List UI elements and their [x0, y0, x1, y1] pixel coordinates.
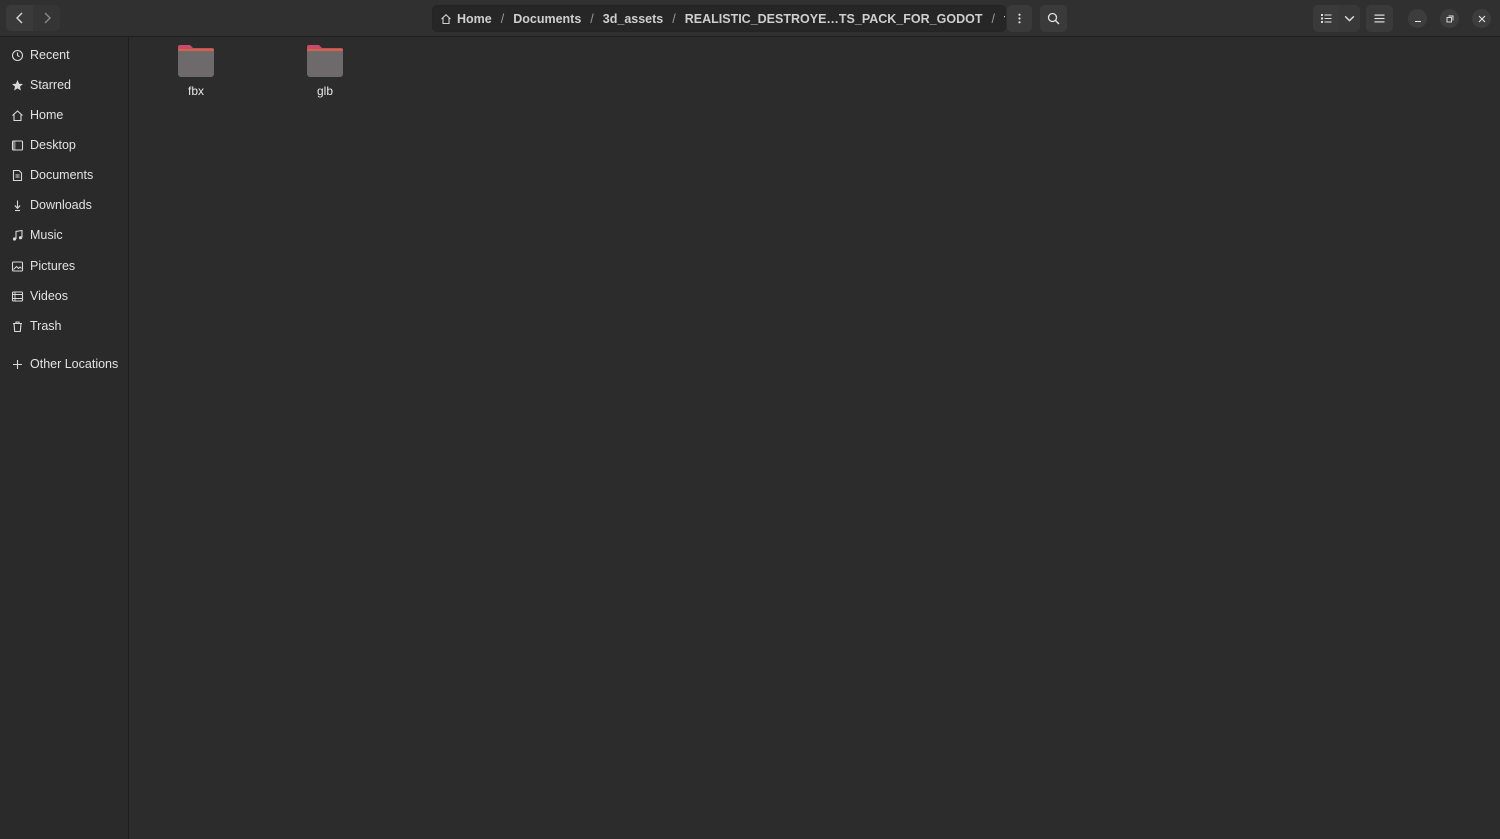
search-button[interactable] [1040, 5, 1067, 32]
restore-icon [1446, 15, 1453, 22]
breadcrumb-label: Home [457, 11, 492, 26]
desktop-icon [11, 139, 24, 151]
breadcrumb: Home / Documents / 3d_assets / REALISTIC… [432, 5, 1006, 32]
breadcrumb-separator: / [500, 11, 505, 26]
breadcrumb-formats[interactable]: formats [1004, 12, 1005, 26]
breadcrumb-separator: / [991, 11, 995, 26]
plus-icon [13, 359, 22, 369]
star-icon [12, 79, 23, 90]
sidebar-item-trash[interactable]: Trash [0, 311, 128, 341]
sidebar-item-label: Other Locations [30, 357, 119, 371]
search-icon [1047, 12, 1060, 25]
sidebar-item-videos[interactable]: Videos [0, 281, 128, 311]
file-view[interactable]: fbx glb [129, 37, 1500, 839]
chevron-left-icon [15, 12, 22, 24]
music-icon [12, 229, 23, 241]
picture-icon [11, 260, 24, 272]
breadcrumb-home[interactable]: Home [440, 12, 492, 26]
folder-icon [178, 45, 214, 77]
clock-icon [11, 49, 24, 61]
folder-name: glb [316, 84, 333, 98]
view-list-button[interactable] [1313, 5, 1339, 32]
file-manager-window: Home / Documents / 3d_assets / REALISTIC… [0, 0, 1500, 839]
back-button[interactable] [6, 5, 33, 31]
sidebar-item-label: Trash [30, 319, 62, 333]
breadcrumb-label: REALISTIC_DESTROYE…TS_PACK_FOR_GODOT [684, 11, 983, 26]
main-menu-button[interactable] [1366, 5, 1393, 32]
breadcrumb-label: Documents [513, 11, 582, 26]
breadcrumb-label: 3d_assets [602, 11, 664, 26]
video-icon [11, 290, 24, 302]
breadcrumb-separator: / [672, 11, 676, 26]
close-icon [1478, 15, 1485, 22]
chevron-right-icon [44, 12, 51, 24]
breadcrumb-label: formats [1004, 12, 1005, 26]
forward-button[interactable] [33, 5, 60, 31]
chevron-down-icon [1344, 15, 1355, 22]
vertical-dots-icon [1018, 13, 1021, 24]
folder-item[interactable]: glb [285, 43, 365, 103]
breadcrumb-3d-assets[interactable]: 3d_assets [603, 12, 663, 26]
sidebar: Recent Starred Home Desktop Documents Do… [0, 37, 129, 839]
home-icon [441, 13, 451, 24]
sidebar-item-other-locations[interactable]: Other Locations [0, 349, 128, 379]
sidebar-item-desktop[interactable]: Desktop [0, 130, 128, 160]
sidebar-item-documents[interactable]: Documents [0, 160, 128, 190]
folder-item[interactable]: fbx [156, 43, 236, 103]
minimize-icon [1414, 20, 1421, 22]
close-button[interactable] [1472, 9, 1491, 28]
sidebar-item-starred[interactable]: Starred [0, 70, 128, 100]
trash-icon [13, 320, 22, 332]
sidebar-item-label: Recent [30, 48, 70, 62]
document-icon [12, 169, 23, 181]
list-view-icon [1320, 14, 1331, 23]
restore-button[interactable] [1440, 9, 1459, 28]
sidebar-item-pictures[interactable]: Pictures [0, 251, 128, 281]
download-icon [14, 200, 21, 211]
view-options-dropdown[interactable] [1339, 5, 1360, 32]
sidebar-item-label: Music [30, 228, 63, 242]
sidebar-item-label: Downloads [30, 198, 92, 212]
sidebar-item-label: Starred [30, 78, 71, 92]
minimize-button[interactable] [1408, 9, 1427, 28]
sidebar-item-home[interactable]: Home [0, 100, 128, 130]
folder-name: fbx [187, 84, 204, 98]
sidebar-item-music[interactable]: Music [0, 220, 128, 250]
sidebar-item-label: Desktop [30, 138, 76, 152]
sidebar-item-label: Home [30, 108, 64, 122]
breadcrumb-asset-pack[interactable]: REALISTIC_DESTROYE…TS_PACK_FOR_GODOT [685, 12, 983, 26]
sidebar-item-label: Documents [30, 168, 94, 182]
path-menu-button[interactable] [1007, 5, 1032, 32]
sidebar-item-label: Pictures [30, 259, 76, 273]
breadcrumb-documents[interactable]: Documents [513, 12, 581, 26]
sidebar-item-label: Videos [30, 289, 68, 303]
breadcrumb-separator: / [590, 11, 594, 26]
sidebar-item-recent[interactable]: Recent [0, 40, 128, 70]
folder-icon [307, 45, 343, 77]
hamburger-menu-icon [1374, 14, 1385, 23]
home-icon [12, 109, 23, 121]
sidebar-item-downloads[interactable]: Downloads [0, 190, 128, 220]
headerbar: Home / Documents / 3d_assets / REALISTIC… [0, 0, 1500, 37]
